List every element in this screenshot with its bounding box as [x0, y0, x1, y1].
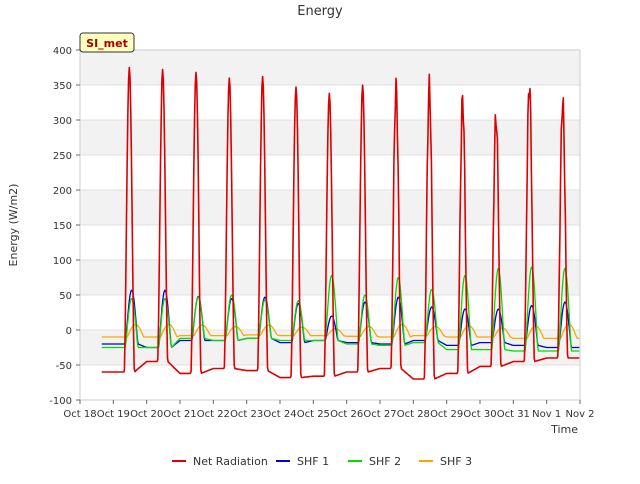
y-tick-label: 150 [53, 221, 72, 232]
x-tick-label: Oct 26 [330, 409, 363, 420]
legend: Net Radiation SHF 1 SHF 2 SHF 3 [172, 455, 472, 468]
grid-band [80, 50, 580, 85]
x-tick-label: Oct 19 [97, 409, 130, 420]
energy-chart: -100 -50 0 50 100 150 200 250 300 350 400 Oct 18 Oc… [0, 0, 640, 480]
x-tick-label: Nov 2 [565, 409, 594, 420]
y-axis-label: Energy (W/m2) [7, 184, 20, 267]
y-tick-label: 100 [53, 256, 72, 267]
station-badge: SI_met [79, 32, 135, 53]
x-tick-label: Nov 1 [532, 409, 561, 420]
y-tick-label: 250 [53, 151, 72, 162]
legend-item: SHF 2 [348, 455, 401, 468]
y-tick-label: 350 [53, 81, 72, 92]
legend-label: SHF 2 [369, 455, 401, 468]
x-tick-label: Oct 20 [130, 409, 163, 420]
x-tick-label: Oct 25 [297, 409, 330, 420]
station-badge-label: SI_met [86, 37, 128, 50]
y-tick-label: -100 [49, 396, 72, 407]
x-tick-label: Oct 22 [197, 409, 230, 420]
x-tick-label: Oct 28 [397, 409, 430, 420]
legend-item: SHF 1 [276, 455, 329, 468]
y-tick-label: 0 [66, 326, 72, 337]
y-tick-label: 200 [53, 186, 72, 197]
y-tick-label: 400 [53, 46, 72, 57]
x-axis-ticks: Oct 18 Oct 19 Oct 20 Oct 21 Oct 22 Oct 23 Oct … [63, 400, 595, 420]
x-tick-label: Oct 31 [497, 409, 530, 420]
grid-band [80, 260, 580, 295]
legend-item: Net Radiation [172, 455, 268, 468]
grid-band [80, 190, 580, 225]
chart-title: Energy [297, 4, 343, 19]
legend-item: SHF 3 [419, 455, 472, 468]
x-tick-label: Oct 18 [63, 409, 96, 420]
y-tick-label: 300 [53, 116, 72, 127]
y-tick-label: -50 [56, 361, 72, 372]
legend-label: Net Radiation [193, 455, 268, 468]
y-axis-ticks: -100 -50 0 50 100 150 200 250 300 350 400 [49, 46, 80, 407]
y-tick-label: 50 [59, 291, 72, 302]
x-tick-label: Oct 30 [463, 409, 496, 420]
x-tick-label: Oct 27 [363, 409, 396, 420]
legend-label: SHF 1 [297, 455, 329, 468]
x-tick-label: Oct 24 [263, 409, 296, 420]
x-tick-label: Oct 29 [430, 409, 463, 420]
x-tick-label: Oct 21 [163, 409, 196, 420]
chart-canvas: -100-50050100150200250300350400 Oct 18 Oc… [7, 4, 595, 468]
legend-label: SHF 3 [440, 455, 472, 468]
x-tick-label: Oct 23 [230, 409, 263, 420]
x-axis-label: Time [550, 423, 578, 436]
